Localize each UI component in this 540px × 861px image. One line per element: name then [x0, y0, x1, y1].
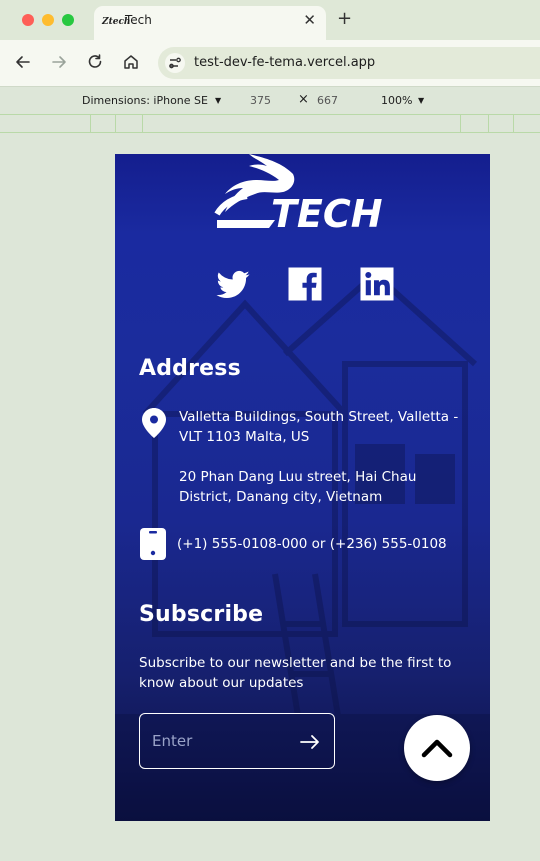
- browser-toolbar: test-dev-fe-tema.vercel.app: [0, 40, 540, 86]
- logo-text: TECH: [271, 192, 383, 232]
- maximize-window-button[interactable]: [62, 14, 74, 26]
- browser-tab[interactable]: Ztech Tech ✕: [94, 6, 326, 40]
- scroll-to-top-button[interactable]: [404, 715, 470, 781]
- submit-arrow-icon[interactable]: [298, 730, 322, 754]
- zoom-dropdown-icon[interactable]: ▼: [418, 96, 424, 105]
- linkedin-link[interactable]: [359, 266, 395, 302]
- linkedin-icon: [360, 267, 394, 301]
- back-button[interactable]: [13, 52, 33, 72]
- twitter-link[interactable]: [215, 266, 251, 302]
- forward-arrow-icon: [52, 56, 66, 68]
- device-dropdown-icon[interactable]: ▼: [215, 96, 221, 105]
- twitter-icon: [216, 270, 250, 298]
- new-tab-button[interactable]: +: [337, 8, 352, 29]
- reload-icon: [88, 54, 102, 68]
- home-button[interactable]: [121, 52, 141, 72]
- device-select[interactable]: Dimensions: iPhone SE: [82, 94, 208, 107]
- tab-title: Tech: [125, 13, 152, 27]
- viewport-width-input[interactable]: 375: [250, 94, 271, 107]
- subscribe-description: Subscribe to our newsletter and be the f…: [139, 655, 452, 691]
- zoom-select[interactable]: 100%: [381, 94, 412, 107]
- viewport-height-input[interactable]: 667: [317, 94, 338, 107]
- browser-tab-strip: Ztech Tech ✕ +: [0, 0, 540, 40]
- subscribe-heading: Subscribe: [139, 602, 264, 627]
- phone-numbers[interactable]: (+1) 555-0108-000 or (+236) 555-0108: [177, 534, 482, 554]
- device-toolbar: Dimensions: iPhone SE ▼ 375 × 667 100% ▼: [0, 86, 540, 114]
- url-text[interactable]: test-dev-fe-tema.vercel.app: [194, 55, 375, 70]
- window-controls: [22, 14, 74, 26]
- brand-logo[interactable]: TECH: [213, 154, 393, 232]
- close-window-button[interactable]: [22, 14, 34, 26]
- page-viewport: TECH Address Valletta Buildings, South S…: [115, 154, 490, 821]
- close-tab-icon[interactable]: ✕: [303, 11, 316, 29]
- site-info-icon[interactable]: [165, 53, 185, 73]
- phone-icon: [140, 528, 166, 560]
- social-links: [215, 266, 395, 302]
- back-arrow-icon: [16, 56, 30, 68]
- minimize-window-button[interactable]: [42, 14, 54, 26]
- favicon-icon: Ztech: [102, 17, 131, 27]
- facebook-link[interactable]: [287, 266, 323, 302]
- address-line-1: Valletta Buildings, South Street, Vallet…: [179, 409, 459, 445]
- address-heading: Address: [139, 356, 241, 381]
- chevron-up-icon: [421, 739, 453, 758]
- facebook-icon: [288, 267, 322, 301]
- forward-button[interactable]: [49, 52, 69, 72]
- home-icon: [124, 55, 138, 69]
- address-line-2: 20 Phan Dang Luu street, Hai Chau Distri…: [179, 469, 417, 505]
- address-bar[interactable]: test-dev-fe-tema.vercel.app: [158, 47, 540, 79]
- newsletter-form: [139, 713, 335, 769]
- newsletter-email-input[interactable]: [152, 730, 282, 752]
- media-query-ruler[interactable]: [0, 114, 540, 133]
- location-pin-icon: [142, 408, 166, 438]
- dimension-separator: ×: [298, 92, 309, 107]
- reload-button[interactable]: [85, 52, 105, 72]
